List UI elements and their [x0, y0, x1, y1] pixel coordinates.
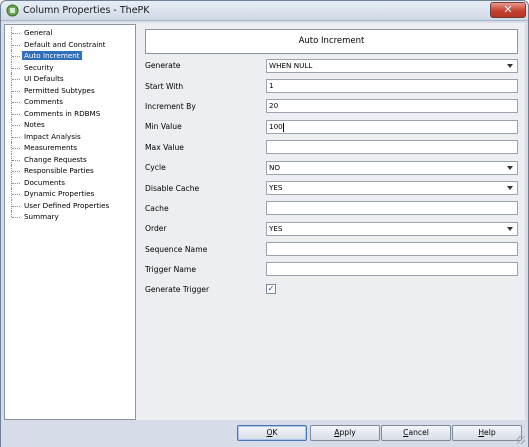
apply-label-rest: pply [339, 428, 356, 437]
text-caret [282, 122, 284, 132]
app-icon [6, 4, 19, 17]
apply-button[interactable]: Apply [310, 425, 380, 441]
tree-item-responsible-parties[interactable]: Responsible Parties [7, 165, 135, 177]
tree-item-label: Comments in RDBMS [24, 108, 101, 118]
dialog-window: Column Properties - ThePK ✕ General Defau… [0, 0, 529, 447]
tree-item-label: UI Defaults [24, 74, 64, 83]
generate-value: WHEN NULL [269, 61, 313, 70]
start-with-label: Start With [145, 82, 184, 91]
sequence-name-input[interactable] [266, 242, 518, 256]
auto-increment-panel: Auto Increment Generate WHEN NULL Start … [138, 24, 524, 420]
increment-by-value: 20 [269, 101, 279, 110]
tree-item-measurements[interactable]: Measurements [7, 142, 135, 154]
tree-item-label: General [24, 28, 53, 37]
tree-item-label: Measurements [24, 143, 78, 152]
cache-label: Cache [145, 204, 169, 213]
tree-item-label: Auto Increment [22, 51, 82, 60]
min-value-input[interactable]: 100 [266, 120, 518, 134]
sequence-name-label: Sequence Name [145, 245, 208, 254]
increment-by-input[interactable]: 20 [266, 99, 518, 113]
tree-item-label: Default and Constraint [24, 39, 106, 49]
tree-item-auto-increment[interactable]: Auto Increment [7, 50, 135, 62]
start-with-value: 1 [269, 81, 274, 90]
cycle-label: Cycle [145, 163, 166, 172]
tree-item-notes[interactable]: Notes [7, 119, 135, 131]
tree-item-label: Permitted Subtypes [24, 85, 95, 95]
disable-cache-select[interactable]: YES [266, 181, 518, 195]
tree-item-summary[interactable]: Summary [7, 211, 135, 223]
tree-item-dynamic-properties[interactable]: Dynamic Properties [7, 188, 135, 200]
tree-item-general[interactable]: General [7, 27, 135, 39]
tree-item-label: Responsible Parties [24, 166, 94, 175]
tree-item-label: User Defined Properties [24, 200, 110, 210]
button-bar: OK Apply Cancel Help [1, 420, 528, 447]
tree-item-label: Impact Analysis [24, 131, 81, 141]
close-icon: ✕ [503, 3, 513, 16]
check-icon: ✓ [267, 284, 275, 293]
panel-header: Auto Increment [145, 29, 518, 54]
tree-item-label: Change Requests [24, 154, 87, 164]
ok-label-rest: K [272, 428, 278, 437]
ok-button[interactable]: OK [237, 425, 307, 441]
tree-item-documents[interactable]: Documents [7, 176, 135, 189]
cycle-value: NO [269, 163, 281, 172]
title-bar[interactable]: Column Properties - ThePK ✕ [1, 1, 528, 21]
tree-item-label: Summary [24, 212, 59, 221]
tree-item-default-and-constraint[interactable]: Default and Constraint [7, 38, 135, 51]
min-value-value: 100 [269, 122, 283, 131]
increment-by-label: Increment By [145, 102, 196, 111]
tree-item-permitted-subtypes[interactable]: Permitted Subtypes [7, 84, 135, 97]
help-button[interactable]: Help [452, 425, 522, 441]
cache-input[interactable] [266, 201, 518, 215]
tree-item-security[interactable]: Security [7, 61, 135, 74]
cycle-select[interactable]: NO [266, 161, 518, 175]
generate-select[interactable]: WHEN NULL [266, 59, 518, 73]
order-value: YES [269, 224, 283, 233]
max-value-input[interactable] [266, 140, 518, 154]
window-title: Column Properties - ThePK [23, 5, 150, 16]
order-select[interactable]: YES [266, 222, 518, 236]
generate-trigger-label: Generate Trigger [145, 285, 210, 294]
generate-trigger-checkbox[interactable]: ✓ [266, 284, 276, 294]
min-value-label: Min Value [145, 122, 182, 131]
tree-item-comments[interactable]: Comments [7, 96, 135, 108]
tree-item-label: Documents [24, 177, 65, 187]
help-label-rest: elp [484, 428, 496, 437]
tree-item-label: Security [24, 62, 54, 72]
order-label: Order [145, 224, 167, 233]
tree-item-user-defined-properties[interactable]: User Defined Properties [7, 199, 135, 212]
disable-cache-label: Disable Cache [145, 184, 200, 193]
close-button[interactable]: ✕ [490, 2, 526, 18]
property-tree[interactable]: General Default and Constraint Auto Increm… [4, 24, 136, 420]
disable-cache-value: YES [269, 183, 283, 192]
tree-item-change-requests[interactable]: Change Requests [7, 153, 135, 166]
max-value-label: Max Value [145, 143, 184, 152]
resize-grip-icon[interactable] [517, 436, 525, 444]
start-with-input[interactable]: 1 [266, 79, 518, 93]
tree-item-impact-analysis[interactable]: Impact Analysis [7, 130, 135, 143]
cancel-label-rest: ancel [408, 428, 429, 437]
trigger-name-label: Trigger Name [145, 265, 197, 274]
generate-label: Generate [145, 61, 181, 70]
tree-item-label: Notes [24, 120, 45, 129]
tree-item-label: Dynamic Properties [24, 189, 95, 198]
cancel-button[interactable]: Cancel [381, 425, 451, 441]
trigger-name-input[interactable] [266, 262, 518, 276]
tree-item-comments-in-rdbms[interactable]: Comments in RDBMS [7, 107, 135, 120]
tree-item-label: Comments [24, 97, 63, 106]
tree-item-ui-defaults[interactable]: UI Defaults [7, 73, 135, 85]
